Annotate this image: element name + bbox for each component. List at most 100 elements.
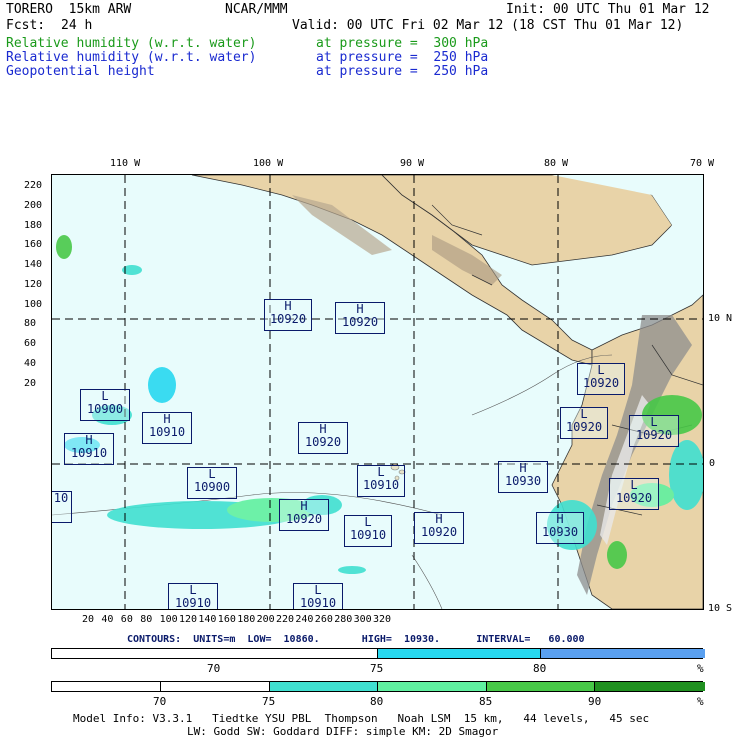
fcst-value: 24 h (61, 18, 93, 33)
height-center-1: H 10920 (264, 299, 312, 331)
height-center-7: L 10900 (187, 467, 237, 499)
fcst-label: Fcst: (6, 18, 46, 33)
field-3-name: Geopotential height (6, 64, 155, 79)
center-value: 10920 (565, 420, 603, 434)
y-tick-label: 180 (24, 219, 43, 231)
lat-label-0: 0 (709, 458, 716, 469)
y-tick-label: 60 (24, 338, 37, 349)
x-tick-label: 320 (373, 614, 392, 625)
y-tick-label: 20 (24, 377, 37, 389)
y-tick-label: 40 (24, 357, 37, 369)
field-1-level: at pressure = 300 hPa (316, 36, 489, 51)
y-tick-label: 140 (24, 259, 43, 270)
legend-rh-250 (51, 648, 705, 659)
lon-label-110w: 110 W (110, 158, 141, 169)
y-tick-label: 220 (24, 180, 43, 191)
center-value: 10920 (269, 312, 307, 326)
height-center-2: H 10920 (335, 302, 385, 334)
center-value: 10910 (174, 596, 212, 610)
legend1-seg-blue (540, 649, 705, 658)
x-tick-label: 300 (353, 614, 372, 625)
center-value: 10930 (541, 525, 579, 539)
y-tick-label: 200 (24, 199, 43, 211)
height-center-8: L 10910 (357, 465, 405, 497)
lat-label-10s: 10 S (708, 603, 733, 614)
x-tick-label: 20 (82, 614, 95, 625)
legend1-seg-cyan (377, 649, 541, 658)
center-value: 10920 (304, 435, 342, 449)
center-value: 10 (53, 491, 69, 505)
lon-label-90w: 90 W (400, 158, 425, 169)
field-1-name: Relative humidity (w.r.t. water) (6, 36, 257, 51)
legend2-label-80: 80 (370, 695, 384, 708)
height-center-11: H 10920 (414, 512, 464, 544)
height-center-4: H 10910 (142, 412, 192, 444)
lat-label-10n: 10 N (708, 313, 733, 324)
height-center-15: L 10920 (560, 407, 608, 439)
height-center-10: L 10910 (344, 515, 392, 547)
legend-rh-300 (51, 681, 705, 692)
x-tick-label: 100 (159, 614, 178, 625)
height-center-18: L 10910 (168, 583, 218, 610)
lon-label-100w: 100 W (253, 158, 284, 169)
x-tick-label: 180 (237, 614, 256, 625)
center-value: 10920 (635, 428, 673, 442)
height-center-16: L 10920 (629, 415, 679, 447)
legend2-label-90: 90 (588, 695, 602, 708)
model-info-line2: LW: Godd SW: Goddard DIFF: simple KM: 2D… (187, 725, 499, 738)
legend2-seg-1 (52, 682, 160, 691)
contours-info: CONTOURS: UNITS=m LOW= 10860. HIGH= 1093… (127, 634, 585, 645)
legend2-seg-2 (160, 682, 270, 691)
field-2-name: Relative humidity (w.r.t. water) (6, 50, 257, 65)
legend2-seg-6 (594, 682, 705, 691)
x-tick-label: 200 (256, 614, 275, 625)
x-tick-label: 220 (276, 614, 295, 625)
center-value: 10900 (86, 402, 124, 416)
height-center-19: L 10910 (293, 583, 343, 610)
center-value: 10900 (193, 480, 231, 494)
x-tick-label: 120 (179, 614, 198, 625)
center-value: 10920 (420, 525, 458, 539)
init-time: Init: 00 UTC Thu 01 Mar 12 (506, 2, 710, 17)
x-tick-label: 260 (314, 614, 333, 625)
center-value: 10920 (285, 512, 323, 526)
legend1-seg-white (52, 649, 377, 658)
x-tick-label: 140 (198, 614, 217, 625)
map-panel: H 10920 H 10920 L 10900 H 10910 H 10910 H 1092… (51, 174, 704, 610)
y-tick-label: 160 (24, 239, 43, 251)
height-center-9: H 10920 (279, 499, 329, 531)
field-3-level: at pressure = 250 hPa (316, 64, 489, 79)
height-center-20: 10 (52, 491, 72, 523)
y-tick-label: 80 (24, 318, 37, 330)
center-value: 10910 (362, 478, 400, 492)
organization: NCAR/MMM (225, 2, 288, 17)
y-tick-label: 120 (24, 278, 43, 290)
legend2-label-85: 85 (479, 695, 493, 708)
ocean-contour-3 (411, 554, 443, 609)
y-tick-label: 100 (24, 298, 43, 310)
center-value: 10920 (615, 491, 653, 505)
field-2-level: at pressure = 250 hPa (316, 50, 489, 65)
model-name: TORERO 15km ARW (6, 2, 132, 17)
x-tick-label: 80 (140, 614, 153, 625)
legend2-seg-3 (269, 682, 378, 691)
lon-label-80w: 80 W (544, 158, 569, 169)
height-center-3: L 10900 (80, 389, 130, 421)
center-value: 10910 (349, 528, 387, 542)
center-value: 10910 (299, 596, 337, 610)
x-tick-label: 160 (217, 614, 236, 625)
center-value: 10930 (504, 474, 542, 488)
center-value: 10910 (148, 425, 186, 439)
height-center-14: L 10920 (577, 363, 625, 395)
legend2-seg-4 (377, 682, 487, 691)
model-info-line1: Model Info: V3.3.1 Tiedtke YSU PBL Thomp… (73, 712, 650, 725)
center-value: 10920 (582, 376, 620, 390)
legend1-label-70: 70 (207, 662, 221, 675)
height-center-12: H 10930 (498, 461, 548, 493)
legend2-label-75: 75 (262, 695, 276, 708)
legend2-label-70: 70 (153, 695, 167, 708)
x-tick-label: 280 (334, 614, 353, 625)
height-center-5: H 10910 (64, 433, 114, 465)
legend2-seg-5 (486, 682, 595, 691)
height-center-6: H 10920 (298, 422, 348, 454)
